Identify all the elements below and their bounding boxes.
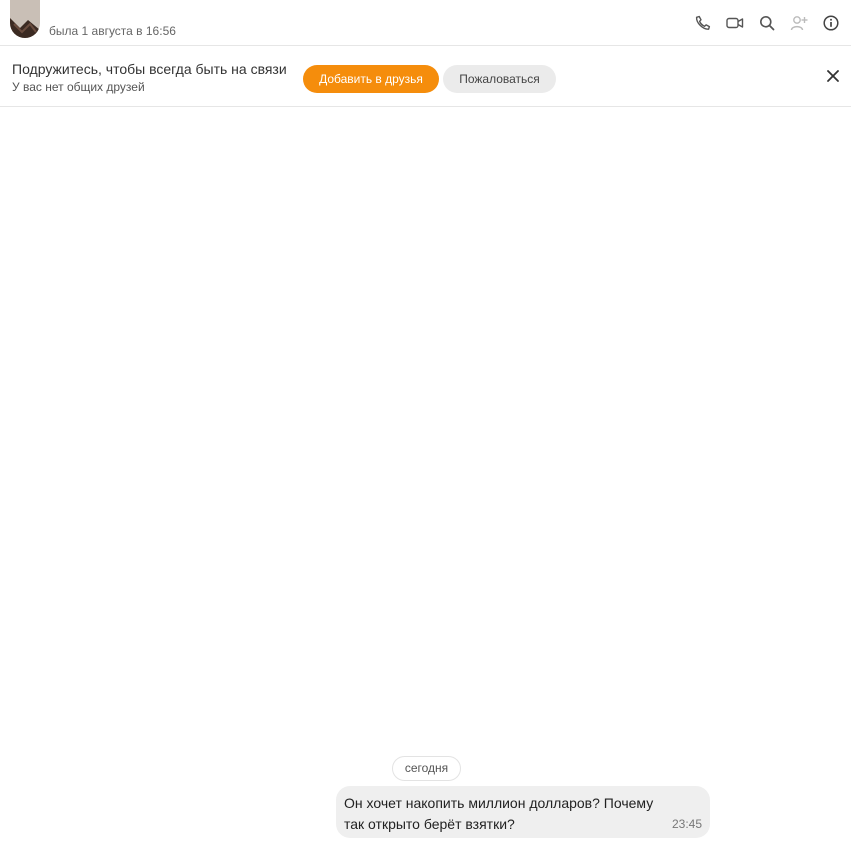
- video-camera-icon[interactable]: [725, 13, 745, 33]
- add-user-icon[interactable]: [789, 13, 809, 33]
- message-time: 23:45: [671, 817, 702, 831]
- close-icon[interactable]: [825, 68, 841, 84]
- last-seen-status: была 1 августа в 16:56: [49, 24, 176, 38]
- phone-icon[interactable]: [693, 13, 713, 33]
- friend-suggestion-banner: Подружитесь, чтобы всегда быть на связи …: [0, 46, 851, 107]
- banner-title: Подружитесь, чтобы всегда быть на связи: [12, 61, 287, 77]
- avatar[interactable]: [10, 0, 40, 38]
- chat-header: была 1 августа в 16:56: [0, 0, 851, 46]
- info-icon[interactable]: [821, 13, 841, 33]
- report-button[interactable]: Пожаловаться: [443, 65, 556, 93]
- header-actions: [681, 12, 841, 34]
- message-bubble[interactable]: Он хочет накопить миллион долларов? Поче…: [336, 786, 710, 838]
- banner-subtitle: У вас нет общих друзей: [12, 80, 145, 94]
- chat-window: была 1 августа в 16:56 Подружитесь, чтоб…: [0, 0, 851, 861]
- message-text: Он хочет накопить миллион долларов? Поче…: [344, 795, 654, 832]
- add-friend-button[interactable]: Добавить в друзья: [303, 65, 439, 93]
- search-icon[interactable]: [757, 13, 777, 33]
- date-divider: сегодня: [392, 756, 461, 781]
